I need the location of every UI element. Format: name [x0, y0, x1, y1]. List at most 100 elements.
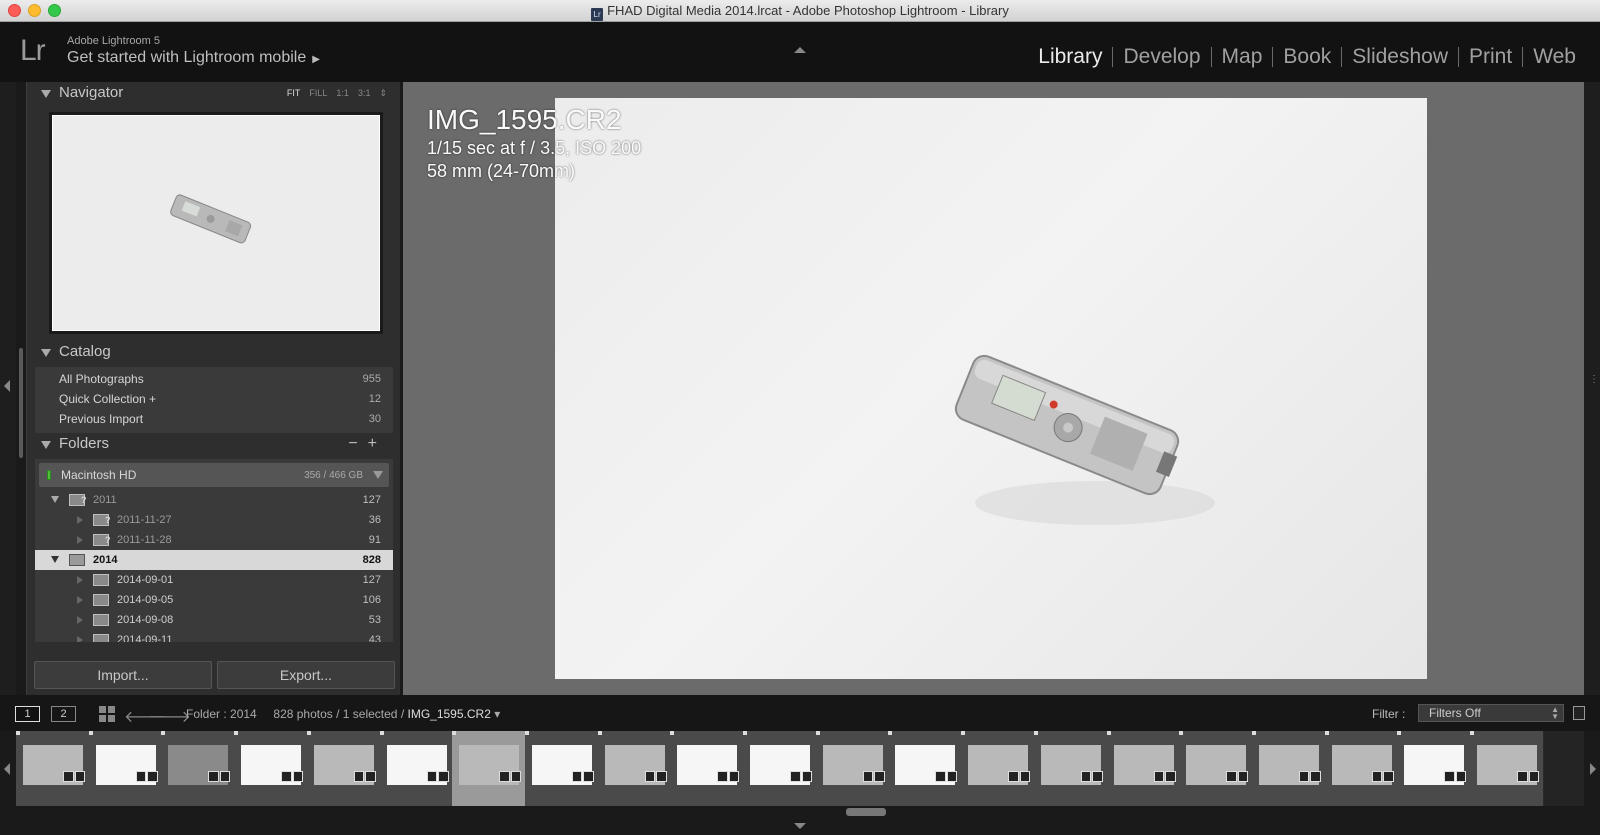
filter-preset-select[interactable]: Filters Off ▲ ▼: [1418, 704, 1564, 722]
filmstrip-right-edge[interactable]: [1584, 731, 1600, 806]
filmstrip-thumbnail[interactable]: [1179, 731, 1254, 806]
expand-triangle-icon[interactable]: [77, 516, 83, 524]
voice-recorder-thumbnail: [170, 194, 252, 244]
chevron-down-icon: ▾: [494, 707, 501, 721]
filmstrip-thumbnail[interactable]: [234, 731, 309, 806]
folder-2011-11-27[interactable]: ? 2011-11-27 36: [35, 510, 393, 530]
navigator-header[interactable]: Navigator FIT FILL 1:1 3:1 ⇕: [27, 82, 401, 106]
thumbnail-badges-icon: [862, 771, 885, 782]
module-web[interactable]: Web: [1523, 45, 1586, 69]
folder-2014-09-08[interactable]: 2014-09-08 53: [35, 610, 393, 630]
volume-macintosh-hd[interactable]: Macintosh HD 356 / 466 GB: [39, 463, 389, 487]
zoom-fill[interactable]: FILL: [309, 88, 327, 99]
expand-triangle-icon[interactable]: [51, 496, 59, 503]
module-print[interactable]: Print: [1459, 45, 1522, 69]
expand-triangle-icon[interactable]: [77, 636, 83, 642]
left-panel-scrollbar[interactable]: [19, 348, 23, 458]
folder-2014-09-11[interactable]: 2014-09-11 43: [35, 630, 393, 642]
catalog-header[interactable]: Catalog: [27, 341, 401, 365]
zoom-fit[interactable]: FIT: [287, 88, 301, 99]
import-button[interactable]: Import...: [34, 661, 212, 689]
module-develop[interactable]: Develop: [1113, 45, 1210, 69]
folder-2014[interactable]: 2014 828: [35, 550, 393, 570]
thumbnail-corner-marker: [88, 731, 93, 735]
filmstrip-thumbnail[interactable]: [815, 731, 890, 806]
current-filename: IMG_1595.CR2: [407, 707, 491, 721]
right-panel-grip-icon[interactable]: ⋮: [1589, 374, 1599, 385]
filter-lock-icon[interactable]: [1573, 706, 1585, 720]
folder-2011-11-28[interactable]: ? 2011-11-28 91: [35, 530, 393, 550]
filmstrip-thumbnail[interactable]: [306, 731, 381, 806]
module-map[interactable]: Map: [1212, 45, 1273, 69]
expand-triangle-icon[interactable]: [77, 616, 83, 624]
module-book[interactable]: Book: [1273, 45, 1341, 69]
export-button[interactable]: Export...: [217, 661, 395, 689]
loupe-view[interactable]: IMG_1595.CR2 1/15 sec at f / 3.5, ISO 20…: [403, 82, 1584, 695]
folder-name: 2014-09-08: [117, 614, 174, 626]
filmstrip-thumbnail[interactable]: [1106, 731, 1181, 806]
right-panel-edge[interactable]: ⋮: [1584, 82, 1600, 695]
filmstrip-thumbnail[interactable]: [670, 731, 745, 806]
zoom-stepper-icon[interactable]: ⇕: [379, 88, 387, 99]
navigator-preview[interactable]: [52, 115, 380, 331]
filmstrip-scroll-thumb[interactable]: [846, 808, 886, 816]
filmstrip-left-edge[interactable]: [0, 731, 16, 806]
catalog-item-previous-import[interactable]: Previous Import 30: [35, 409, 393, 429]
scroll-right-icon[interactable]: [1590, 763, 1596, 775]
filmstrip-thumbnail[interactable]: [1470, 731, 1544, 806]
lightroom-mobile-link[interactable]: Get started with Lightroom mobile ▶: [67, 49, 320, 67]
filmstrip-scrollbar[interactable]: [0, 806, 1600, 835]
filmstrip-thumbnail[interactable]: [743, 731, 817, 806]
filmstrip-thumbnail[interactable]: [524, 731, 599, 806]
expand-triangle-icon[interactable]: [77, 576, 83, 584]
add-folder-button[interactable]: +: [368, 435, 387, 452]
collapse-left-panel-icon[interactable]: [4, 380, 10, 392]
filmstrip-thumbnail[interactable]: [161, 731, 236, 806]
main-photo[interactable]: [555, 98, 1427, 679]
filmstrip-thumbnail[interactable]: [961, 731, 1036, 806]
folders-header[interactable]: Folders −+: [27, 433, 401, 457]
folder-2011[interactable]: ? 2011 127: [35, 490, 393, 510]
filmstrip-thumbnail[interactable]: [1251, 731, 1326, 806]
remove-folder-button[interactable]: −: [348, 435, 367, 452]
source-breadcrumb[interactable]: Folder : 2014 828 photos / 1 selected / …: [186, 707, 500, 721]
disclosure-triangle-icon[interactable]: [41, 349, 51, 357]
catalog-item-all-photographs[interactable]: All Photographs 955: [35, 369, 393, 389]
folder-2014-09-05[interactable]: 2014-09-05 106: [35, 590, 393, 610]
filmstrip-thumbnail[interactable]: [16, 731, 90, 806]
filmstrip-thumbnail[interactable]: [379, 731, 454, 806]
folder-icon: [93, 574, 109, 586]
filmstrip-thumbnail[interactable]: [452, 731, 527, 806]
filmstrip-thumbnail[interactable]: [1324, 731, 1399, 806]
folder-2014-09-01[interactable]: 2014-09-01 127: [35, 570, 393, 590]
expand-triangle-icon[interactable]: [77, 596, 83, 604]
disclosure-triangle-icon[interactable]: [41, 90, 51, 98]
next-arrow-icon[interactable]: 🡒: [148, 706, 191, 727]
collapse-top-panel-icon[interactable]: [794, 47, 806, 53]
disclosure-triangle-icon[interactable]: [41, 441, 51, 449]
zoom-3-1[interactable]: 3:1: [358, 88, 371, 99]
filmstrip-thumbnail[interactable]: [1033, 731, 1108, 806]
folder-icon: [93, 614, 109, 626]
scroll-left-icon[interactable]: [4, 763, 10, 775]
left-panel-edge[interactable]: [0, 82, 16, 695]
filmstrip-thumbnail[interactable]: [888, 731, 963, 806]
zoom-1-1[interactable]: 1:1: [336, 88, 349, 99]
photo-count: 828 photos / 1 selected /: [273, 707, 405, 721]
catalog-item-quick-collection[interactable]: Quick Collection + 12: [35, 389, 393, 409]
volume-menu-icon[interactable]: [373, 471, 383, 479]
module-slideshow[interactable]: Slideshow: [1342, 45, 1458, 69]
thumbnail-badges-icon: [135, 771, 158, 782]
filmstrip-thumbnail[interactable]: [597, 731, 672, 806]
expand-triangle-icon[interactable]: [77, 536, 83, 544]
grid-view-icon[interactable]: [99, 706, 115, 722]
expand-triangle-icon[interactable]: [51, 556, 59, 563]
collapse-filmstrip-icon[interactable]: [794, 823, 806, 829]
filmstrip-thumbnail[interactable]: [1397, 731, 1472, 806]
secondary-display-button[interactable]: 2: [51, 706, 76, 722]
filmstrip-thumbnail[interactable]: [88, 731, 163, 806]
primary-display-button[interactable]: 1: [15, 706, 40, 722]
thumbnail-badges-icon: [1226, 771, 1249, 782]
thumbnail-corner-marker: [234, 731, 239, 735]
module-library[interactable]: Library: [1028, 45, 1112, 69]
